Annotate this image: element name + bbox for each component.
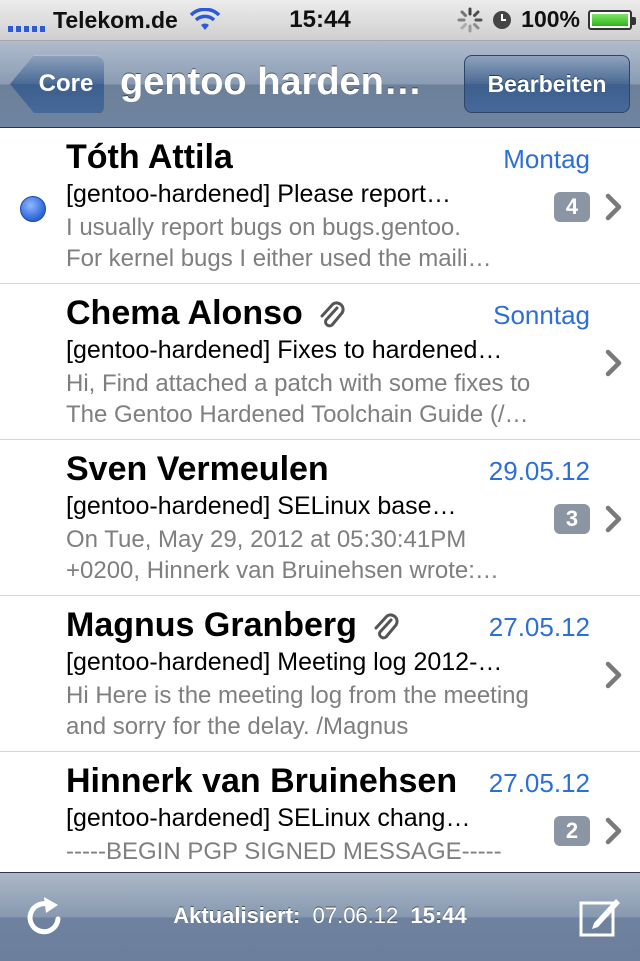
message-preview: -----BEGIN PGP SIGNED MESSAGE-----Hash: … xyxy=(66,836,586,872)
updated-label: Aktualisiert: xyxy=(173,903,301,928)
message-list: Tóth Attila Montag [gentoo-hardened] Pleas… xyxy=(0,128,640,872)
message-preview: I usually report bugs on bugs.gentoo. For… xyxy=(66,212,586,274)
chevron-right-icon xyxy=(605,193,622,221)
thread-count-badge: 3 xyxy=(554,504,590,534)
paperclip-icon xyxy=(374,613,399,640)
preview-line: The Gentoo Hardened Toolchain Guide (/… xyxy=(66,401,529,428)
sender-name: Magnus Granberg xyxy=(66,606,357,644)
message-date: Montag xyxy=(503,144,590,174)
message-sender: Tóth Attila xyxy=(66,138,233,177)
chevron-right-icon xyxy=(605,817,622,845)
preview-line: I usually report bugs on bugs.gentoo. xyxy=(66,214,461,241)
status-bar: Telekom.de 15:44 100% xyxy=(0,0,640,41)
navigation-bar: Core gentoo harden… Bearbeiten xyxy=(0,41,640,128)
message-subject: [gentoo-hardened] SELinux chang… xyxy=(66,804,471,832)
preview-line: On Tue, May 29, 2012 at 05:30:41PM xyxy=(66,526,467,553)
message-date: 27.05.12 xyxy=(488,612,590,642)
message-subject: [gentoo-hardened] SELinux base… xyxy=(66,492,457,520)
battery-percent: 100% xyxy=(521,6,580,32)
message-preview: Hi, Find attached a patch with some fixe… xyxy=(66,368,586,430)
message-sender: Chema Alonso xyxy=(66,294,345,333)
updated-time: 15:44 xyxy=(410,903,467,928)
message-date: Sonntag xyxy=(493,300,590,330)
battery-icon xyxy=(588,9,636,30)
message-subject: [gentoo-hardened] Fixes to hardened… xyxy=(66,336,503,364)
message-row[interactable]: Magnus Granberg 27.05.12 [gentoo-hardened]… xyxy=(0,596,640,752)
activity-spinner-icon xyxy=(457,7,483,32)
message-sender: Magnus Granberg xyxy=(66,606,399,645)
sender-name: Sven Vermeulen xyxy=(66,450,329,488)
last-updated-status: Aktualisiert: 07.06.12 15:44 xyxy=(0,903,640,929)
message-preview: On Tue, May 29, 2012 at 05:30:41PM +0200,… xyxy=(66,524,586,586)
preview-line: and sorry for the delay. /Magnus xyxy=(66,713,409,740)
message-row[interactable]: Hinnerk van Bruinehsen 27.05.12 [gentoo-ha… xyxy=(0,752,640,872)
message-subject: [gentoo-hardened] Meeting log 2012-… xyxy=(66,648,503,676)
message-sender: Hinnerk van Bruinehsen xyxy=(66,762,457,801)
preview-line: Hi, Find attached a patch with some fixe… xyxy=(66,370,531,397)
message-date: 27.05.12 xyxy=(488,768,590,798)
sender-name: Hinnerk van Bruinehsen xyxy=(66,762,458,800)
preview-line: -----BEGIN PGP SIGNED MESSAGE----- xyxy=(66,838,502,865)
message-subject: [gentoo-hardened] Please report… xyxy=(66,180,451,208)
chevron-right-icon xyxy=(605,661,622,689)
message-date: 29.05.12 xyxy=(488,456,590,486)
message-preview: Hi Here is the meeting log from the meet… xyxy=(66,680,586,742)
compose-icon[interactable] xyxy=(578,895,622,939)
thread-count-badge: 2 xyxy=(554,816,590,846)
unread-indicator-icon xyxy=(20,196,46,222)
updated-date: 07.06.12 xyxy=(312,903,399,928)
back-button[interactable]: Core xyxy=(10,55,104,113)
page-title: gentoo harden… xyxy=(120,61,422,103)
preview-line: +0200, Hinnerk van Bruinehsen wrote:… xyxy=(66,557,499,584)
paperclip-icon xyxy=(320,301,345,328)
sender-name: Tóth Attila xyxy=(66,138,233,176)
message-sender: Sven Vermeulen xyxy=(66,450,329,489)
preview-line: For kernel bugs I either used the maili… xyxy=(66,245,492,272)
chevron-right-icon xyxy=(605,349,622,377)
message-row[interactable]: Tóth Attila Montag [gentoo-hardened] Pleas… xyxy=(0,128,640,284)
chevron-right-icon xyxy=(605,505,622,533)
edit-button[interactable]: Bearbeiten xyxy=(464,55,630,113)
message-row[interactable]: Chema Alonso Sonntag [gentoo-hardened] Fix… xyxy=(0,284,640,440)
preview-line: Hi Here is the meeting log from the meet… xyxy=(66,682,529,709)
message-row[interactable]: Sven Vermeulen 29.05.12 [gentoo-hardened] … xyxy=(0,440,640,596)
thread-count-badge: 4 xyxy=(554,192,590,222)
sender-name: Chema Alonso xyxy=(66,294,303,332)
clock-alarm-icon xyxy=(493,10,512,29)
bottom-toolbar: Aktualisiert: 07.06.12 15:44 xyxy=(0,872,640,961)
